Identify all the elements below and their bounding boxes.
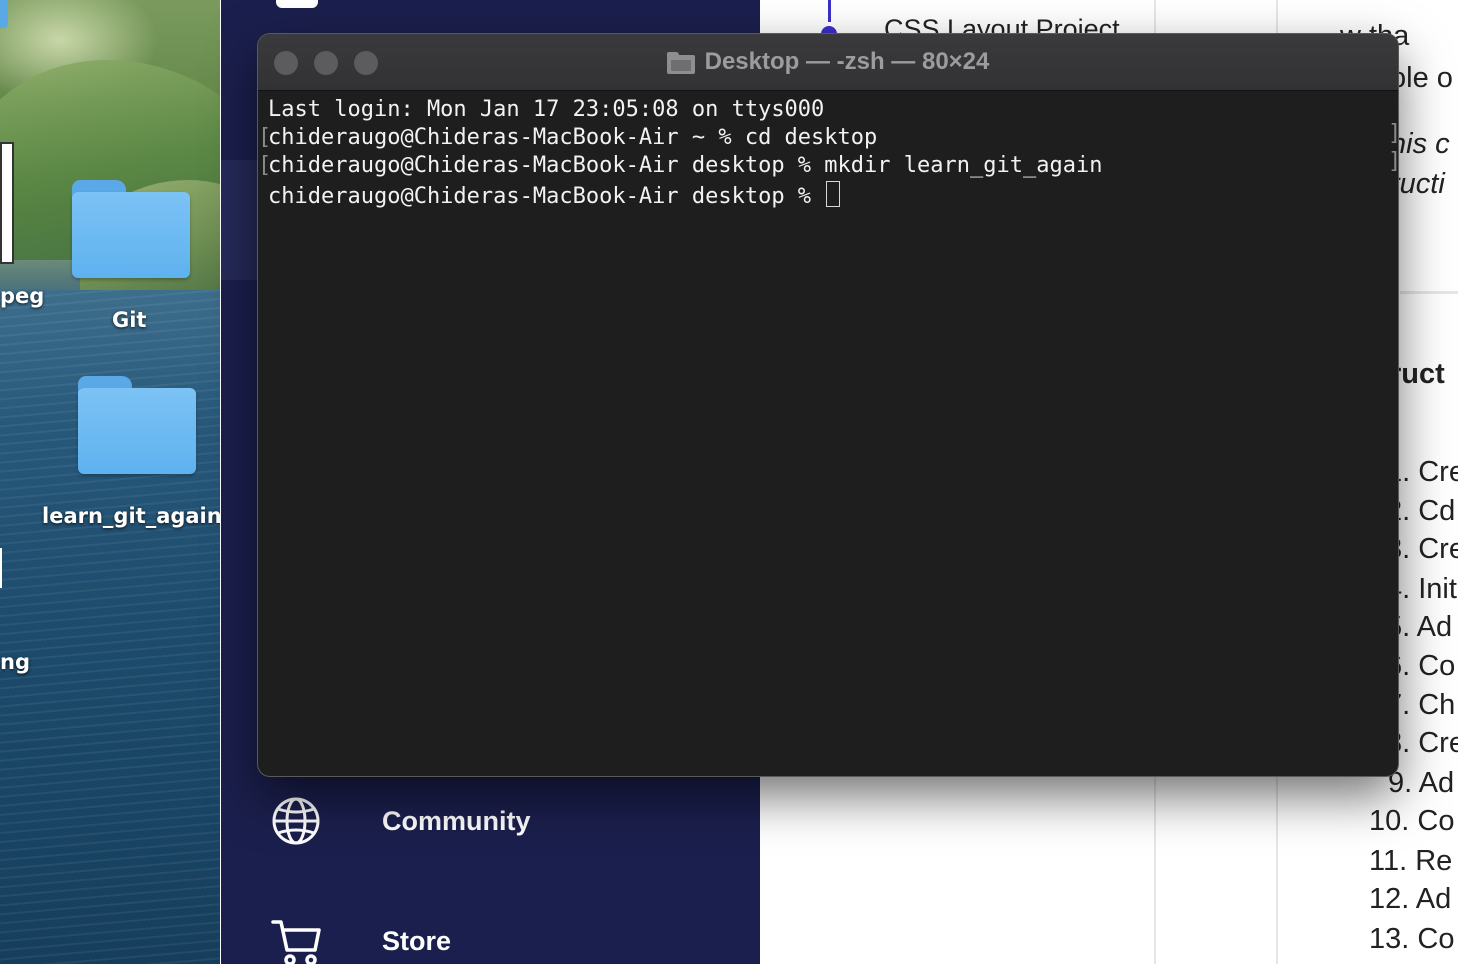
terminal-prompt-line[interactable]: chideraugo@Chideras-MacBook-Air desktop … [268, 181, 841, 209]
timeline-line [828, 0, 831, 22]
terminal-window[interactable]: Desktop — -zsh — 80×24 Last login: Mon J… [258, 34, 1398, 776]
desktop-folder-label[interactable]: Git [112, 308, 146, 332]
line-marker: ] [1388, 121, 1398, 146]
section-divider [1400, 291, 1458, 294]
article-text-fragment: his c [1390, 128, 1450, 160]
cart-icon [271, 920, 321, 966]
desktop-partial-file-icon[interactable] [0, 548, 2, 588]
sidebar-item-community[interactable]: Community [221, 792, 760, 852]
terminal-title: Desktop — -zsh — 80×24 [258, 34, 1398, 90]
folder-icon [72, 180, 190, 278]
sidebar-item-label: Store [382, 926, 452, 956]
section-heading-fragment: ruct [1390, 358, 1445, 390]
terminal-prompt: chideraugo@Chideras-MacBook-Air desktop … [268, 184, 825, 209]
desktop-folder-label[interactable]: learn_git_again [42, 504, 220, 528]
terminal-line: chideraugo@Chideras-MacBook-Air ~ % cd d… [268, 125, 878, 150]
desktop-partial-file-icon[interactable] [0, 142, 14, 264]
sidebar-partial-icon [276, 0, 318, 8]
desktop-icon-label-partial[interactable]: peg [0, 284, 44, 308]
sidebar-item-label: Community [382, 806, 531, 836]
desktop-wallpaper: peg ng Git learn_git_again [0, 0, 220, 964]
article-text-fragment: ole o [1390, 62, 1453, 94]
sidebar-item-store[interactable]: Store [221, 912, 760, 972]
globe-icon [272, 797, 320, 845]
terminal-title-text: Desktop — -zsh — 80×24 [704, 48, 990, 75]
terminal-titlebar[interactable]: Desktop — -zsh — 80×24 [258, 34, 1398, 91]
list-item: 10. Co [1369, 805, 1455, 837]
terminal-output[interactable]: Last login: Mon Jan 17 23:05:08 on ttys0… [258, 91, 1398, 776]
terminal-line: chideraugo@Chideras-MacBook-Air desktop … [268, 153, 1103, 178]
terminal-cursor [826, 181, 841, 207]
desktop-partial-icon[interactable] [0, 0, 8, 28]
article-text-fragment: ructi [1390, 168, 1445, 200]
list-item: 12. Ad [1369, 883, 1452, 915]
list-item: 11. Re [1369, 845, 1453, 877]
folder-icon [78, 376, 196, 474]
desktop-icon-label-partial[interactable]: ng [0, 650, 30, 674]
line-marker: ] [1388, 149, 1398, 174]
folder-icon [666, 52, 695, 74]
list-item: 13. Co [1369, 923, 1455, 955]
terminal-line: Last login: Mon Jan 17 23:05:08 on ttys0… [268, 97, 825, 122]
